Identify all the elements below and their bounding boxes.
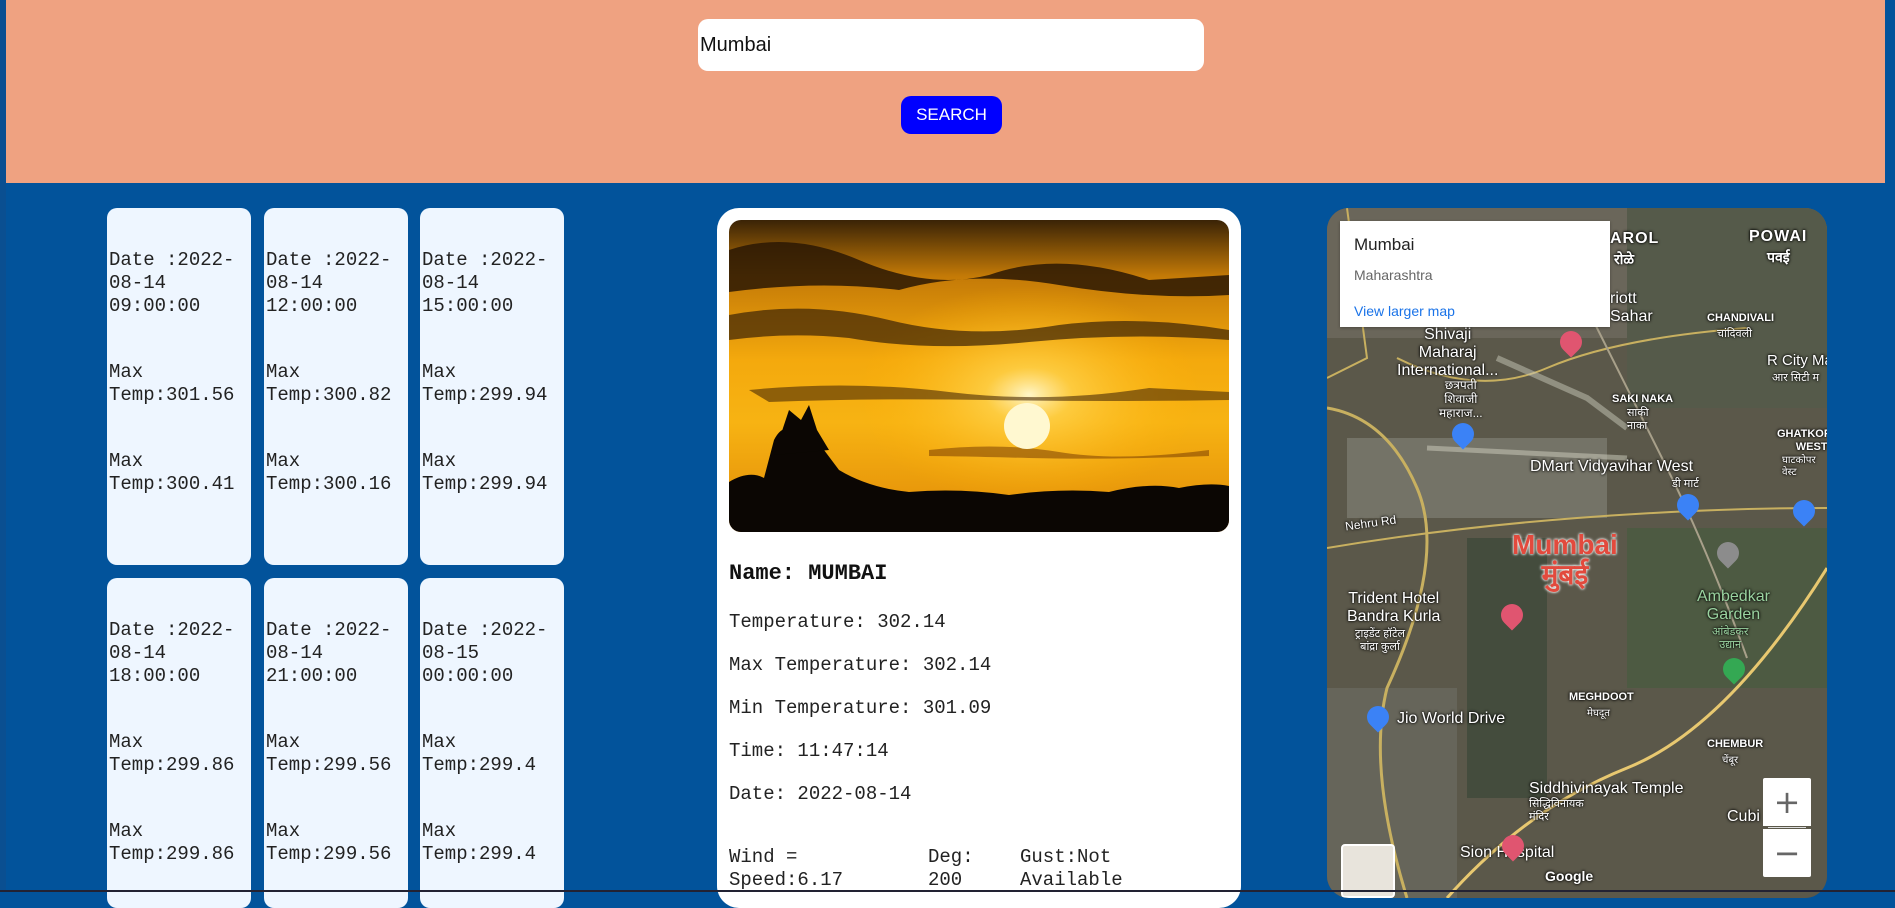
forecast-card: Date :2022- 08-14 21:00:00 Max Temp:299.… (264, 578, 408, 908)
map-label-siddhivinayak: Siddhivinayak Temple (1529, 780, 1684, 797)
map-info-subtitle: Maharashtra (1354, 267, 1433, 283)
map-label-dmart: DMart Vidyavihar West (1530, 458, 1694, 475)
current-weather-card: Name: MUMBAI Temperature: 302.14 Max Tem… (717, 208, 1241, 908)
forecast-max-temp: Max Temp:300.16 (266, 450, 392, 495)
map-label-rcity-local: आर सिटी म (1772, 372, 1820, 384)
map-info-panel: Mumbai Maharashtra View larger map (1340, 221, 1610, 327)
map-label-jio-world-drive: Jio World Drive (1397, 710, 1506, 727)
forecast-date: Date :2022- 08-14 18:00:00 (109, 619, 235, 687)
search-header: SEARCH (6, 0, 1885, 183)
sunset-image (729, 220, 1229, 532)
forecast-date: Date :2022- 08-14 15:00:00 (422, 249, 548, 317)
forecast-card: Date :2022- 08-14 15:00:00 Max Temp:299.… (420, 208, 564, 565)
map-label-ghatkopar-local: घाटकोपर वेस्ट (1782, 455, 1816, 478)
map-info-title: Mumbai (1354, 235, 1415, 254)
view-larger-map-link[interactable]: View larger map (1354, 303, 1455, 319)
map-label-chandivali: CHANDIVALI (1707, 312, 1775, 324)
map-label-ghatkopar: GHATKOPAR WEST (1777, 428, 1827, 453)
city-name: Name: MUMBAI (729, 561, 888, 586)
map-label-marol: AROL (1610, 230, 1660, 247)
time: Time: 11:47:14 (729, 740, 889, 762)
forecast-max-temp: Max Temp:299.94 (422, 361, 548, 406)
embedded-map[interactable]: POWAI पवई AROL रोळे riott Sahar CHANDIVA… (1327, 208, 1827, 898)
forecast-max-temp: Max Temp:299.86 (109, 731, 235, 776)
date: Date: 2022-08-14 (729, 783, 912, 805)
map-label-ambedkar: Ambedkar Garden (1697, 588, 1770, 623)
min-temperature: Min Temperature: 301.09 (729, 697, 992, 719)
max-temperature: Max Temperature: 302.14 (729, 654, 992, 676)
zoom-divider (1768, 827, 1806, 828)
city-search-input[interactable] (698, 19, 1204, 71)
forecast-date: Date :2022- 08-15 00:00:00 (422, 619, 548, 687)
forecast-date: Date :2022- 08-14 12:00:00 (266, 249, 392, 317)
map-label-dmart-local: डी मार्ट (1672, 478, 1699, 490)
map-label-chandivali-local: चांदिवली (1717, 328, 1752, 340)
wind-degree: Deg: 200 (928, 846, 974, 891)
map-label-ambedkar-local: आंबेडकर उद्यान (1712, 626, 1749, 651)
weather-image (729, 220, 1229, 532)
map-label-chembur-local: चेंबूर (1722, 755, 1739, 766)
google-logo: Google (1545, 868, 1594, 884)
map-label-meghdoot: MEGHDOOT (1569, 691, 1634, 703)
search-button[interactable]: SEARCH (901, 96, 1002, 134)
forecast-max-temp: Max Temp:299.56 (266, 820, 392, 865)
wind-gust: Gust:Not Available (1020, 846, 1123, 891)
forecast-max-temp: Max Temp:299.86 (109, 820, 235, 865)
map-label-powai: POWAI (1749, 228, 1808, 245)
map-city-label: Mumbai मुंबई (1512, 530, 1618, 590)
map-city-label-local: मुंबई (1541, 559, 1589, 590)
forecast-max-temp: Max Temp:299.4 (422, 731, 537, 776)
map-label-siddhivinayak-local: सिद्धिविनायक मंदिर (1529, 798, 1584, 823)
zoom-in-button[interactable]: + (1763, 778, 1811, 826)
forecast-max-temp: Max Temp:300.41 (109, 450, 235, 495)
map-label-cubi: Cubi (1727, 808, 1760, 825)
forecast-card: Date :2022- 08-14 12:00:00 Max Temp:300.… (264, 208, 408, 565)
map-label-airport: Shivaji Maharaj International... (1397, 326, 1499, 379)
map-label-trident: Trident Hotel Bandra Kurla (1347, 590, 1441, 625)
map-label-marol-local: रोळे (1614, 251, 1634, 267)
map-label-sakinaka-local: साकी नाका (1627, 407, 1649, 432)
map-label-meghdoot-local: मेघदूत (1587, 708, 1610, 719)
forecast-card: Date :2022- 08-14 09:00:00 Max Temp:301.… (107, 208, 251, 565)
map-label-powai-local: पवई (1767, 249, 1790, 265)
map-city-label-en: Mumbai (1512, 529, 1618, 560)
map-label-trident-local: ट्राइडेंट हॉटेल बांद्रा कुर्ला (1355, 628, 1405, 653)
temperature: Temperature: 302.14 (729, 611, 946, 633)
zoom-out-button[interactable]: − (1763, 829, 1811, 877)
map-label-airport-local: छत्रपती शिवाजी महाराज... (1439, 378, 1483, 420)
forecast-max-temp: Max Temp:299.94 (422, 450, 548, 495)
forecast-max-temp: Max Temp:299.56 (266, 731, 392, 776)
forecast-max-temp: Max Temp:300.82 (266, 361, 392, 406)
forecast-card: Date :2022- 08-15 00:00:00 Max Temp:299.… (420, 578, 564, 908)
map-label-rcity: R City Ma (1767, 352, 1827, 369)
forecast-card: Date :2022- 08-14 18:00:00 Max Temp:299.… (107, 578, 251, 908)
forecast-date: Date :2022- 08-14 09:00:00 (109, 249, 235, 317)
forecast-max-temp: Max Temp:301.56 (109, 361, 235, 406)
forecast-date: Date :2022- 08-14 21:00:00 (266, 619, 392, 687)
map-label-chembur: CHEMBUR (1707, 738, 1764, 750)
forecast-max-temp: Max Temp:299.4 (422, 820, 537, 865)
map-label-sakinaka: SAKI NAKA (1612, 393, 1674, 405)
map-label-sahar: riott Sahar (1610, 290, 1653, 325)
wind-speed: Wind = Speed:6.17 (729, 846, 844, 891)
